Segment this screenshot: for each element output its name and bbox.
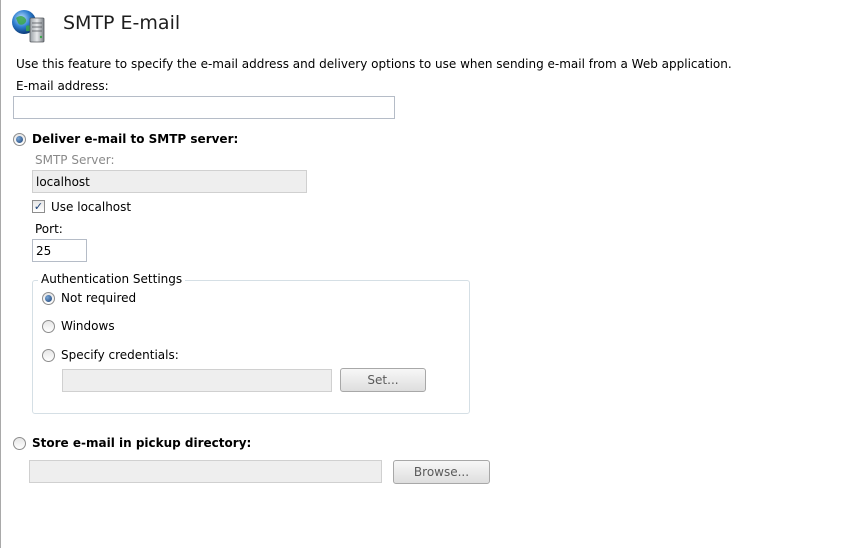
port-input[interactable] [32,239,87,262]
port-label: Port: [35,222,63,236]
auth-not-required-radio[interactable] [42,292,55,305]
auth-specify-credentials-radio[interactable] [42,349,55,362]
authentication-group-label: Authentication Settings [38,272,186,286]
auth-windows-radio[interactable] [42,320,55,333]
smtp-server-input[interactable] [32,170,307,193]
smtp-server-label: SMTP Server: [35,153,115,167]
window-left-border [0,0,1,548]
auth-windows-label: Windows [61,319,115,333]
credentials-input[interactable] [62,369,332,392]
email-address-label: E-mail address: [16,79,109,93]
globe-server-icon [10,8,50,44]
auth-not-required-label: Not required [61,291,137,305]
page-description: Use this feature to specify the e-mail a… [16,57,732,71]
radio-selected-dot [45,295,52,302]
page-title: SMTP E-mail [63,12,181,34]
deliver-smtp-radio[interactable] [13,133,26,146]
browse-button[interactable]: Browse... [393,460,490,484]
auth-specify-credentials-label: Specify credentials: [61,348,179,362]
use-localhost-label: Use localhost [51,200,132,214]
radio-selected-dot [16,136,23,143]
deliver-smtp-label: Deliver e-mail to SMTP server: [32,132,239,146]
pickup-directory-input[interactable] [29,460,382,483]
email-address-input[interactable] [13,96,395,119]
checkmark-icon: ✓ [33,200,44,213]
pickup-directory-label: Store e-mail in pickup directory: [32,436,252,450]
set-credentials-button[interactable]: Set... [340,368,426,392]
pickup-directory-radio[interactable] [13,437,26,450]
use-localhost-checkbox[interactable]: ✓ [32,200,45,213]
